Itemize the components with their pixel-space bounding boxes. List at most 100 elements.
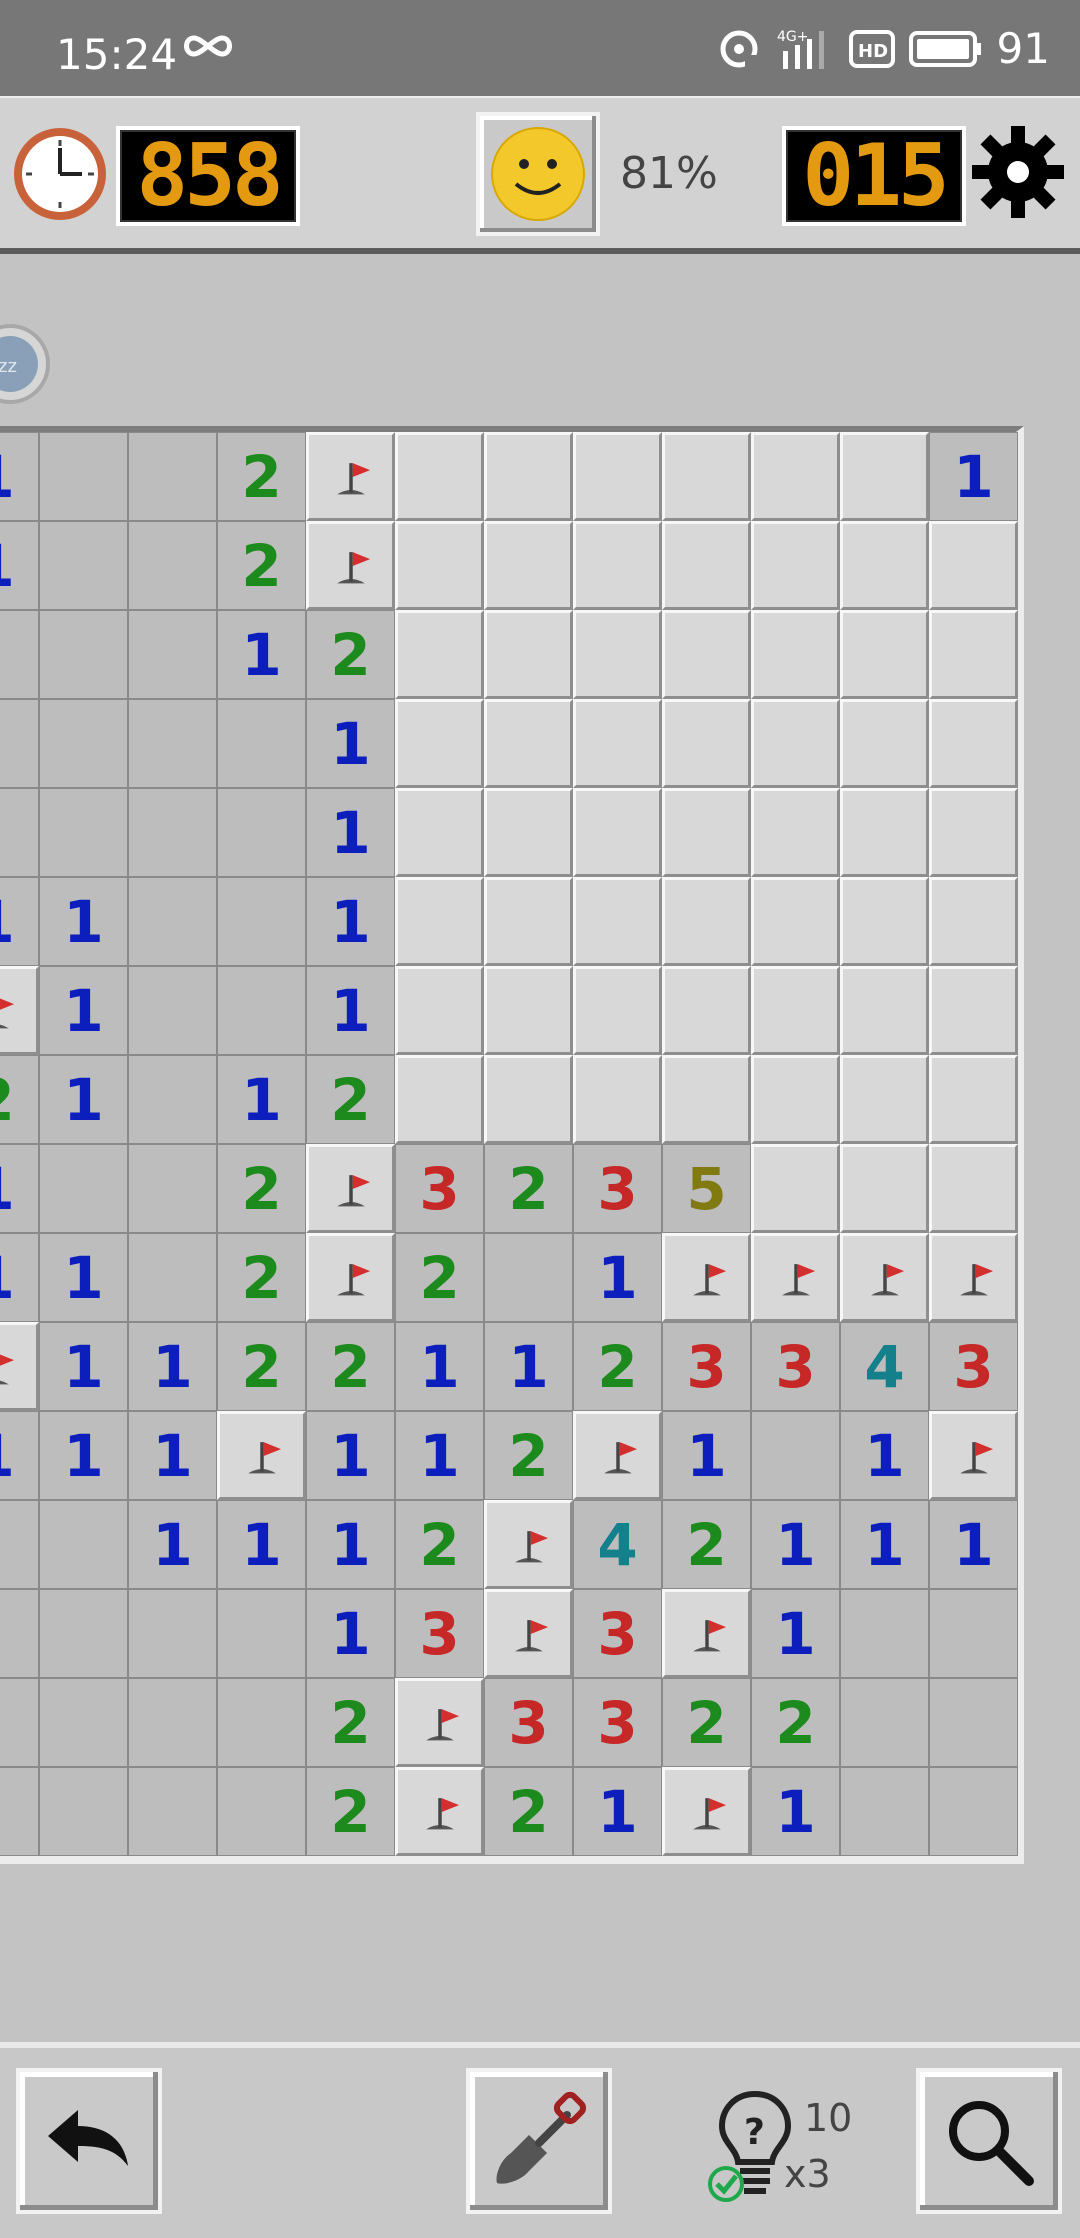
- number-cell[interactable]: 2: [662, 1500, 751, 1589]
- number-cell[interactable]: 1: [217, 1055, 306, 1144]
- number-cell[interactable]: 2: [217, 1322, 306, 1411]
- covered-cell[interactable]: [840, 1144, 929, 1233]
- hint-button[interactable]: ? 10 x3: [700, 2088, 860, 2208]
- empty-cell[interactable]: [840, 1589, 929, 1678]
- empty-cell[interactable]: [217, 1767, 306, 1856]
- covered-cell[interactable]: [573, 788, 662, 877]
- flagged-cell[interactable]: [573, 1411, 662, 1500]
- empty-cell[interactable]: [0, 1500, 39, 1589]
- empty-cell[interactable]: [128, 521, 217, 610]
- empty-cell[interactable]: [929, 1678, 1018, 1767]
- gear-icon[interactable]: [970, 124, 1066, 220]
- number-cell[interactable]: 1: [573, 1233, 662, 1322]
- empty-cell[interactable]: [128, 699, 217, 788]
- empty-cell[interactable]: [128, 966, 217, 1055]
- flagged-cell[interactable]: [395, 1678, 484, 1767]
- covered-cell[interactable]: [929, 699, 1018, 788]
- empty-cell[interactable]: [217, 699, 306, 788]
- empty-cell[interactable]: [929, 1589, 1018, 1678]
- empty-cell[interactable]: [128, 1055, 217, 1144]
- empty-cell[interactable]: [0, 1767, 39, 1856]
- number-cell[interactable]: 1: [306, 877, 395, 966]
- number-cell[interactable]: 1: [0, 1144, 39, 1233]
- number-cell[interactable]: 3: [395, 1589, 484, 1678]
- empty-cell[interactable]: [128, 432, 217, 521]
- covered-cell[interactable]: [929, 877, 1018, 966]
- covered-cell[interactable]: [751, 699, 840, 788]
- empty-cell[interactable]: [484, 1233, 573, 1322]
- covered-cell[interactable]: [395, 966, 484, 1055]
- number-cell[interactable]: 1: [217, 610, 306, 699]
- number-cell[interactable]: 2: [573, 1322, 662, 1411]
- covered-cell[interactable]: [662, 699, 751, 788]
- empty-cell[interactable]: [0, 788, 39, 877]
- empty-cell[interactable]: [0, 610, 39, 699]
- number-cell[interactable]: 1: [662, 1411, 751, 1500]
- covered-cell[interactable]: [840, 432, 929, 521]
- number-cell[interactable]: 2: [217, 1144, 306, 1233]
- covered-cell[interactable]: [484, 788, 573, 877]
- flagged-cell[interactable]: [662, 1767, 751, 1856]
- number-cell[interactable]: 1: [306, 1411, 395, 1500]
- empty-cell[interactable]: [217, 877, 306, 966]
- empty-cell[interactable]: [128, 1589, 217, 1678]
- number-cell[interactable]: 1: [128, 1500, 217, 1589]
- flagged-cell[interactable]: [929, 1233, 1018, 1322]
- number-cell[interactable]: 2: [217, 432, 306, 521]
- number-cell[interactable]: 1: [751, 1589, 840, 1678]
- number-cell[interactable]: 2: [306, 1322, 395, 1411]
- empty-cell[interactable]: [39, 432, 128, 521]
- covered-cell[interactable]: [484, 966, 573, 1055]
- covered-cell[interactable]: [662, 1055, 751, 1144]
- number-cell[interactable]: 2: [662, 1678, 751, 1767]
- number-cell[interactable]: 2: [306, 1767, 395, 1856]
- empty-cell[interactable]: [39, 1144, 128, 1233]
- number-cell[interactable]: 1: [306, 966, 395, 1055]
- search-button[interactable]: [916, 2068, 1062, 2214]
- covered-cell[interactable]: [662, 610, 751, 699]
- number-cell[interactable]: 3: [573, 1144, 662, 1233]
- number-cell[interactable]: 1: [306, 699, 395, 788]
- number-cell[interactable]: 1: [128, 1322, 217, 1411]
- number-cell[interactable]: 1: [751, 1500, 840, 1589]
- covered-cell[interactable]: [840, 699, 929, 788]
- covered-cell[interactable]: [751, 1144, 840, 1233]
- flagged-cell[interactable]: [751, 1233, 840, 1322]
- flagged-cell[interactable]: [306, 432, 395, 521]
- covered-cell[interactable]: [840, 521, 929, 610]
- flagged-cell[interactable]: [306, 1144, 395, 1233]
- empty-cell[interactable]: [929, 1767, 1018, 1856]
- covered-cell[interactable]: [573, 966, 662, 1055]
- number-cell[interactable]: 2: [484, 1767, 573, 1856]
- covered-cell[interactable]: [395, 699, 484, 788]
- number-cell[interactable]: 3: [929, 1322, 1018, 1411]
- sleep-badge-icon[interactable]: zz: [0, 318, 50, 410]
- dig-button[interactable]: [466, 2068, 612, 2214]
- empty-cell[interactable]: [39, 521, 128, 610]
- covered-cell[interactable]: [484, 699, 573, 788]
- covered-cell[interactable]: [395, 788, 484, 877]
- flagged-cell[interactable]: [929, 1411, 1018, 1500]
- covered-cell[interactable]: [573, 521, 662, 610]
- number-cell[interactable]: 1: [128, 1411, 217, 1500]
- covered-cell[interactable]: [484, 877, 573, 966]
- number-cell[interactable]: 3: [573, 1678, 662, 1767]
- covered-cell[interactable]: [840, 1055, 929, 1144]
- number-cell[interactable]: 1: [306, 1589, 395, 1678]
- empty-cell[interactable]: [128, 1144, 217, 1233]
- number-cell[interactable]: 1: [751, 1767, 840, 1856]
- empty-cell[interactable]: [39, 1589, 128, 1678]
- number-cell[interactable]: 1: [840, 1500, 929, 1589]
- empty-cell[interactable]: [217, 788, 306, 877]
- covered-cell[interactable]: [662, 521, 751, 610]
- empty-cell[interactable]: [39, 1500, 128, 1589]
- covered-cell[interactable]: [573, 432, 662, 521]
- covered-cell[interactable]: [840, 966, 929, 1055]
- covered-cell[interactable]: [751, 432, 840, 521]
- empty-cell[interactable]: [128, 610, 217, 699]
- empty-cell[interactable]: [0, 1678, 39, 1767]
- number-cell[interactable]: 1: [0, 1233, 39, 1322]
- covered-cell[interactable]: [662, 432, 751, 521]
- empty-cell[interactable]: [128, 788, 217, 877]
- flagged-cell[interactable]: [0, 966, 39, 1055]
